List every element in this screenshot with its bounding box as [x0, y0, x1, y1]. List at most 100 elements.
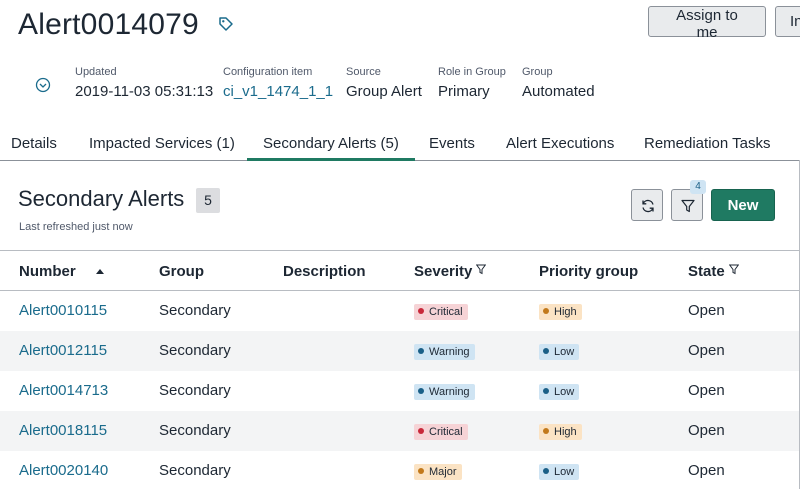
state-cell: Open — [688, 302, 725, 319]
severity-dot-icon — [418, 468, 424, 474]
state-cell: Open — [688, 342, 725, 359]
tab-bar: Details Impacted Services (1) Secondary Al… — [0, 130, 800, 161]
meta-value: 2019-11-03 05:31:13 — [75, 83, 214, 100]
table-row[interactable]: Alert0010115 Secondary Critical High Open — [0, 291, 799, 331]
tab-events[interactable]: Events — [429, 130, 475, 160]
tab-label: Events — [429, 135, 475, 152]
alert-number-link[interactable]: Alert0020140 — [19, 462, 108, 479]
priority-label: Low — [554, 386, 575, 398]
assign-to-me-button[interactable]: Assign to me — [648, 6, 766, 41]
tab-label: Impacted Services (1) — [89, 135, 235, 152]
state-cell: Open — [688, 462, 725, 479]
tab-alert-executions[interactable]: Alert Executions — [506, 130, 614, 160]
meta-field: Configuration item ci_v1_1474_1_1 — [223, 66, 333, 100]
more-actions-button[interactable]: In — [775, 6, 800, 37]
priority-dot-icon — [543, 348, 549, 354]
severity-badge: Warning — [414, 344, 475, 360]
priority-badge: High — [539, 424, 582, 440]
meta-label: Updated — [75, 66, 117, 78]
meta-field: Group Automated — [522, 66, 595, 100]
table-row[interactable]: Alert0012115 Secondary Warning Low Open — [0, 331, 799, 371]
severity-label: Warning — [429, 346, 470, 358]
severity-dot-icon — [418, 388, 424, 394]
table-row[interactable]: Alert0014713 Secondary Warning Low Open — [0, 371, 799, 411]
new-button[interactable]: New — [711, 189, 775, 221]
page-title: Alert0014079 — [18, 8, 199, 41]
meta-field: Updated 2019-11-03 05:31:13 — [75, 66, 213, 100]
column-header-label: Priority group — [539, 263, 639, 280]
priority-badge: Low — [539, 384, 580, 400]
state-cell: Open — [688, 422, 725, 439]
refresh-button[interactable] — [631, 189, 663, 221]
column-header-description[interactable]: Description — [283, 263, 366, 280]
group-cell: Secondary — [159, 462, 231, 479]
priority-label: Low — [554, 346, 575, 358]
meta-label: Role in Group — [438, 66, 506, 78]
alert-number-link[interactable]: Alert0010115 — [19, 302, 107, 319]
column-header-label: Description — [283, 263, 366, 280]
priority-dot-icon — [543, 388, 549, 394]
active-filter-count: 4 — [690, 180, 706, 194]
severity-dot-icon — [418, 308, 424, 314]
severity-badge: Critical — [414, 304, 468, 320]
tab-label: Details — [11, 135, 57, 152]
meta-label: Configuration item — [223, 66, 313, 78]
meta-value[interactable]: ci_v1_1474_1_1 — [223, 83, 333, 100]
group-cell: Secondary — [159, 382, 231, 399]
severity-badge: Warning — [414, 384, 475, 400]
meta-field: Role in Group Primary — [438, 66, 506, 100]
priority-dot-icon — [543, 308, 549, 314]
refresh-icon — [642, 199, 654, 213]
column-header-severity[interactable]: Severity — [414, 263, 487, 280]
priority-dot-icon — [543, 468, 549, 474]
column-header-group[interactable]: Group — [159, 263, 204, 280]
tag-icon[interactable] — [218, 16, 234, 32]
group-cell: Secondary — [159, 302, 231, 319]
priority-badge: Low — [539, 344, 580, 360]
state-cell: Open — [688, 382, 725, 399]
section-title: Secondary Alerts — [18, 186, 185, 211]
severity-label: Major — [429, 466, 457, 478]
tab-secondary-alerts-5[interactable]: Secondary Alerts (5) — [247, 130, 415, 161]
alert-number-link[interactable]: Alert0014713 — [19, 382, 108, 399]
alert-number-link[interactable]: Alert0012115 — [19, 342, 107, 359]
severity-dot-icon — [418, 428, 424, 434]
meta-label: Group — [522, 66, 553, 78]
tab-label: Remediation Tasks — [644, 135, 771, 152]
meta-value: Primary — [438, 83, 490, 100]
last-refreshed-text: Last refreshed just now — [19, 221, 133, 233]
count-badge: 5 — [196, 188, 220, 213]
severity-badge: Critical — [414, 424, 468, 440]
group-cell: Secondary — [159, 422, 231, 439]
filter-icon — [681, 199, 695, 213]
tab-remediation-tasks[interactable]: Remediation Tasks — [644, 130, 770, 160]
meta-field: Source Group Alert — [346, 66, 422, 100]
column-filter-icon[interactable] — [476, 264, 487, 275]
severity-dot-icon — [418, 348, 424, 354]
tab-impacted-services-1[interactable]: Impacted Services (1) — [89, 130, 235, 160]
column-header-state[interactable]: State — [688, 263, 739, 280]
meta-value: Automated — [522, 83, 595, 100]
severity-badge: Major — [414, 464, 462, 480]
column-header-label: Severity — [414, 263, 473, 280]
column-header-number[interactable]: Number — [19, 263, 76, 280]
alert-number-link[interactable]: Alert0018115 — [19, 422, 107, 439]
sort-ascending-icon[interactable] — [96, 269, 104, 274]
column-header-label: Number — [19, 263, 76, 280]
group-cell: Secondary — [159, 342, 231, 359]
chevron-down-circle-icon[interactable] — [35, 77, 51, 93]
column-header-label: State — [688, 263, 725, 280]
column-header-label: Group — [159, 263, 204, 280]
severity-label: Critical — [429, 426, 463, 438]
priority-label: Low — [554, 466, 575, 478]
priority-label: High — [554, 306, 577, 318]
priority-dot-icon — [543, 428, 549, 434]
secondary-alerts-panel: Secondary Alerts 5 Last refreshed just n… — [0, 160, 800, 489]
table-header: Number Group Description Severity Priority g… — [0, 250, 799, 291]
table-row[interactable]: Alert0020140 Secondary Major Low Open — [0, 451, 799, 489]
table-row[interactable]: Alert0018115 Secondary Critical High Open — [0, 411, 799, 451]
tab-details[interactable]: Details — [11, 130, 57, 160]
priority-badge: Low — [539, 464, 580, 480]
column-filter-icon[interactable] — [728, 264, 739, 275]
column-header-priority-group[interactable]: Priority group — [539, 263, 638, 280]
